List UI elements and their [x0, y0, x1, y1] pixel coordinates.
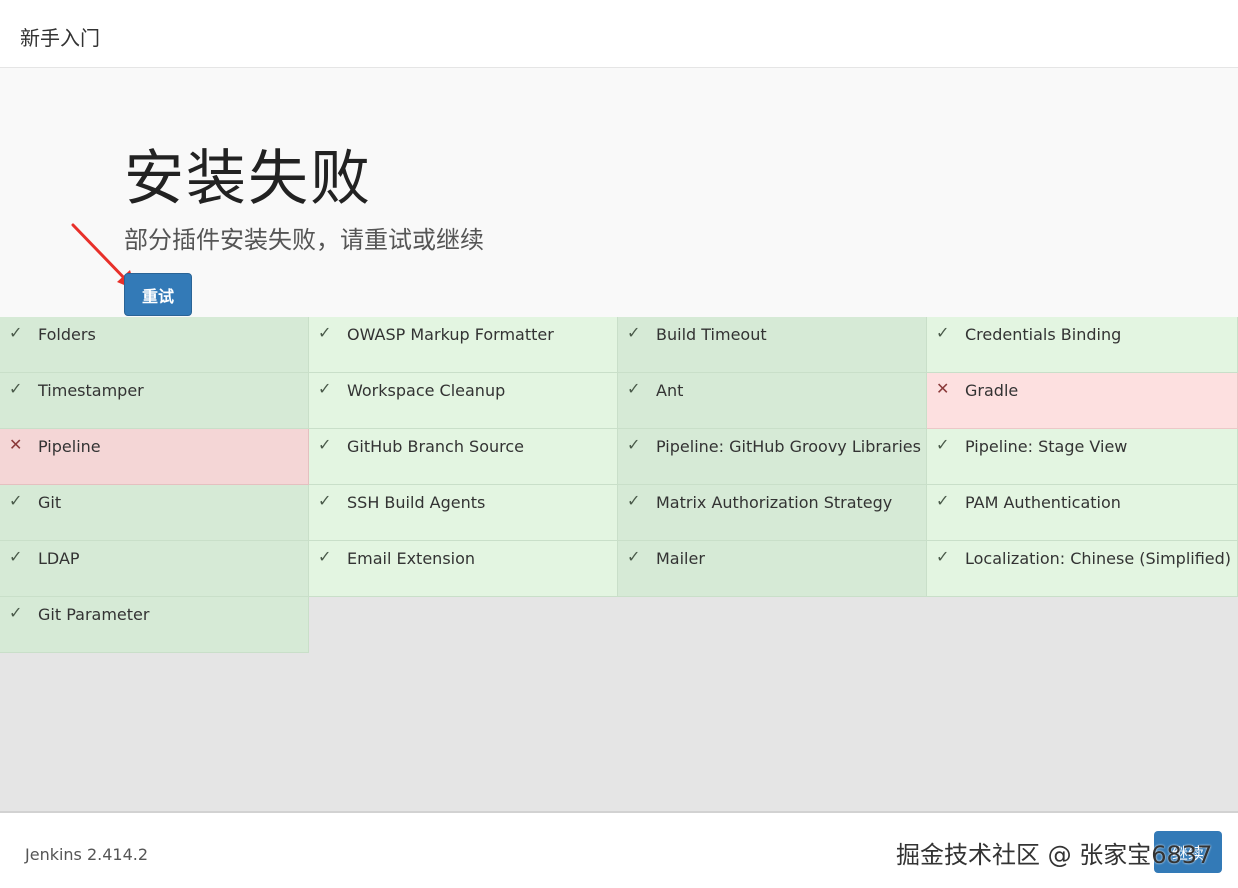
plugin-name: Workspace Cleanup	[347, 381, 506, 400]
check-icon: ✓	[627, 323, 641, 342]
plugin-name: PAM Authentication	[965, 493, 1121, 512]
check-icon: ✓	[627, 491, 641, 510]
check-icon: ✓	[627, 379, 641, 398]
plugin-status-area: ✓ Folders ✓ OWASP Markup Formatter ✓ Build Ti…	[0, 317, 1238, 811]
plugin-name: GitHub Branch Source	[347, 437, 525, 456]
plugin-item: ✓ Folders	[0, 317, 309, 373]
plugin-item: ✓ Timestamper	[0, 373, 309, 429]
plugin-name: Timestamper	[38, 381, 144, 400]
plugin-item: ✓ Pipeline: Stage View	[927, 429, 1238, 485]
check-icon: ✓	[936, 323, 950, 342]
check-icon: ✓	[318, 323, 332, 342]
plugin-item: ✓ LDAP	[0, 541, 309, 597]
plugin-name: Git Parameter	[38, 605, 150, 624]
page-title: 新手入门	[20, 26, 100, 50]
plugin-item: ✓ Git Parameter	[0, 597, 309, 653]
install-failed-heading: 安装失败	[124, 144, 372, 214]
check-icon: ✓	[9, 491, 23, 510]
plugin-name: Email Extension	[347, 549, 476, 568]
plugin-name: Pipeline: Stage View	[965, 437, 1128, 456]
plugin-name: Mailer	[656, 549, 705, 568]
check-icon: ✓	[318, 379, 332, 398]
plugin-name: LDAP	[38, 549, 80, 568]
top-bar: 新手入门	[0, 0, 1238, 68]
cross-icon: ✕	[9, 435, 23, 454]
check-icon: ✓	[318, 491, 332, 510]
plugin-name: Folders	[38, 325, 96, 344]
plugin-name: SSH Build Agents	[347, 493, 486, 512]
plugin-item: ✕ Gradle	[927, 373, 1238, 429]
plugin-name: Credentials Binding	[965, 325, 1122, 344]
plugin-name: Gradle	[965, 381, 1019, 400]
plugin-name: Pipeline: GitHub Groovy Libraries	[656, 437, 921, 456]
plugin-item: ✓ Pipeline: GitHub Groovy Libraries	[618, 429, 927, 485]
plugin-item: ✓ Build Timeout	[618, 317, 927, 373]
plugin-item: ✓ OWASP Markup Formatter	[309, 317, 618, 373]
check-icon: ✓	[9, 379, 23, 398]
plugin-name: Build Timeout	[656, 325, 767, 344]
plugin-name: Git	[38, 493, 62, 512]
retry-button[interactable]: 重试	[124, 273, 192, 316]
plugin-item: ✓ SSH Build Agents	[309, 485, 618, 541]
footer: Jenkins 2.414.2 继续 掘金技术社区 @ 张家宝6837	[0, 811, 1238, 888]
check-icon: ✓	[936, 491, 950, 510]
plugin-item: ✓ Ant	[618, 373, 927, 429]
plugin-item: ✓ Credentials Binding	[927, 317, 1238, 373]
plugin-grid: ✓ Folders ✓ OWASP Markup Formatter ✓ Build Ti…	[0, 317, 1238, 653]
plugin-item: ✓ GitHub Branch Source	[309, 429, 618, 485]
jenkins-version: Jenkins 2.414.2	[25, 845, 149, 864]
plugin-item: ✓ Email Extension	[309, 541, 618, 597]
watermark-text: 掘金技术社区 @ 张家宝6837	[896, 841, 1213, 869]
plugin-name: OWASP Markup Formatter	[347, 325, 554, 344]
check-icon: ✓	[318, 547, 332, 566]
check-icon: ✓	[627, 435, 641, 454]
plugin-name: Ant	[656, 381, 684, 400]
plugin-name: Localization: Chinese (Simplified)	[965, 549, 1232, 568]
plugin-name: Pipeline	[38, 437, 101, 456]
plugin-item: ✕ Pipeline	[0, 429, 309, 485]
check-icon: ✓	[9, 323, 23, 342]
check-icon: ✓	[936, 547, 950, 566]
plugin-name: Matrix Authorization Strategy	[656, 493, 893, 512]
check-icon: ✓	[627, 547, 641, 566]
cross-icon: ✕	[936, 379, 950, 398]
plugin-item: ✓ Matrix Authorization Strategy	[618, 485, 927, 541]
plugin-item: ✓ Localization: Chinese (Simplified)	[927, 541, 1238, 597]
check-icon: ✓	[318, 435, 332, 454]
plugin-item: ✓ Git	[0, 485, 309, 541]
check-icon: ✓	[9, 547, 23, 566]
plugin-item: ✓ Workspace Cleanup	[309, 373, 618, 429]
plugin-item: ✓ PAM Authentication	[927, 485, 1238, 541]
plugin-item: ✓ Mailer	[618, 541, 927, 597]
check-icon: ✓	[9, 603, 23, 622]
check-icon: ✓	[936, 435, 950, 454]
install-failed-subtitle: 部分插件安装失败，请重试或继续	[124, 226, 484, 254]
